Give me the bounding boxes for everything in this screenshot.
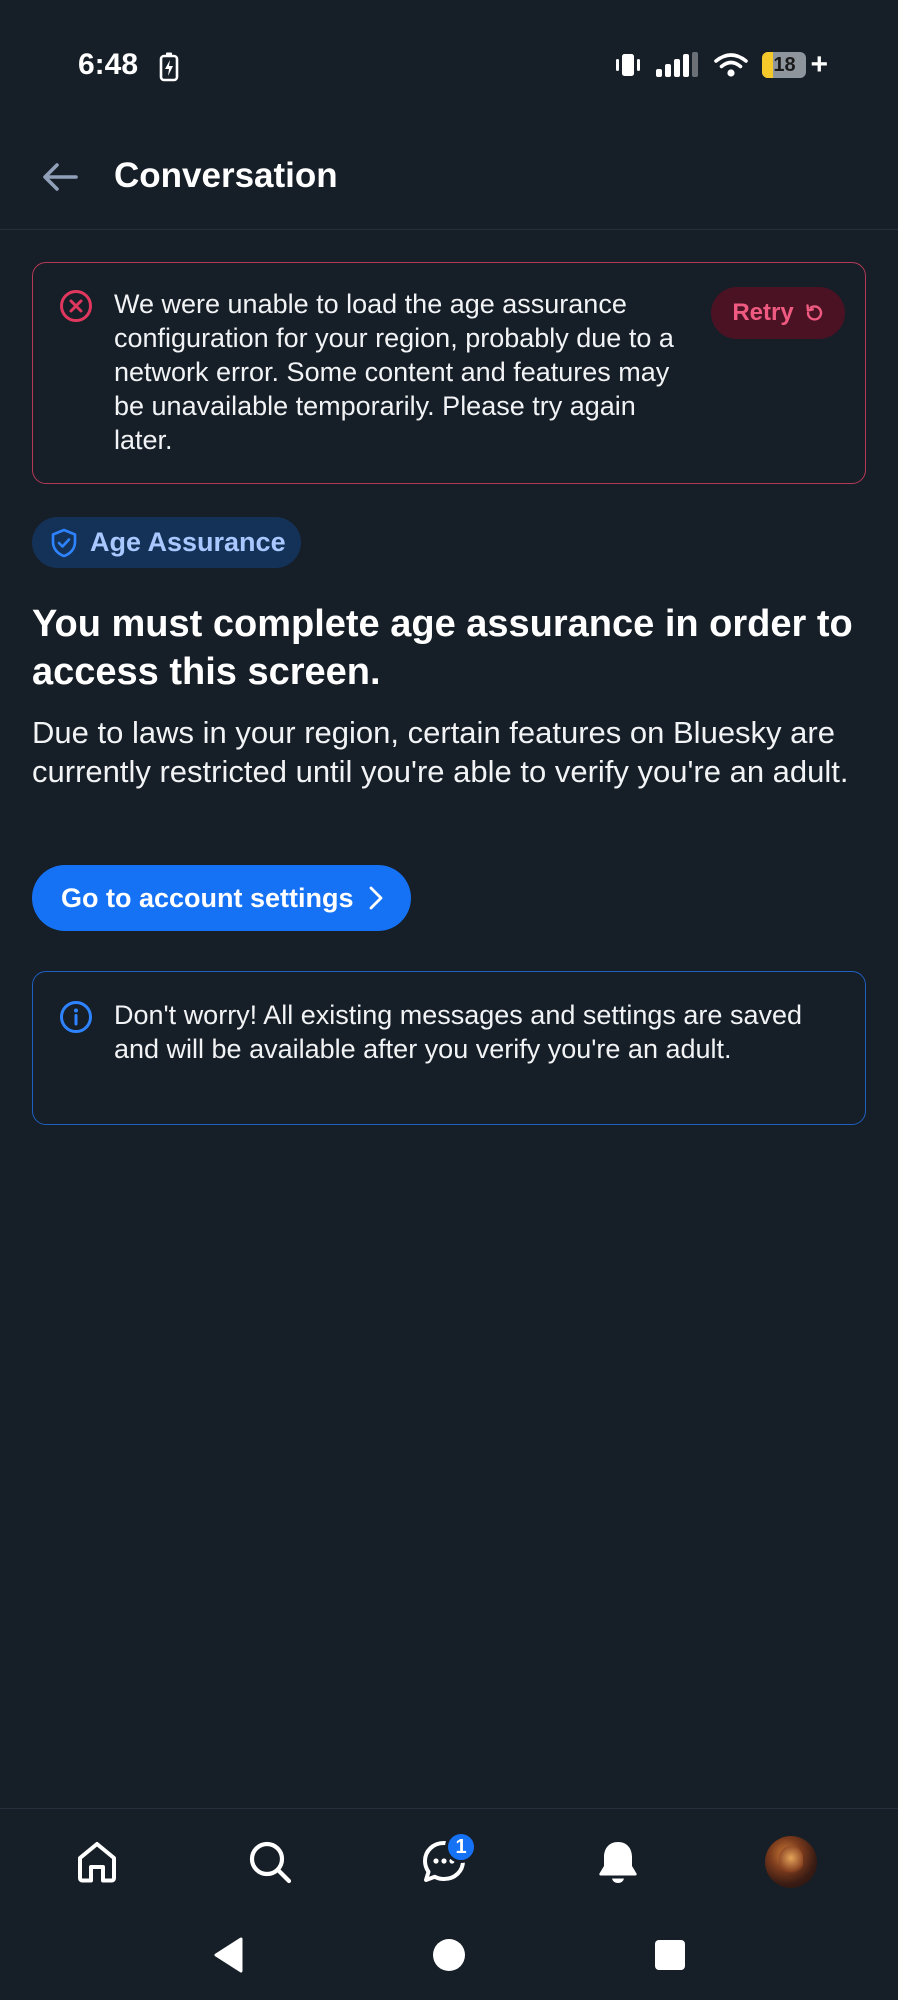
home-icon: [78, 1841, 116, 1882]
error-banner: We were unable to load the age assurance…: [32, 262, 866, 484]
age-assurance-badge: Age Assurance: [32, 517, 301, 568]
main-description: Due to laws in your region, certain feat…: [32, 715, 849, 789]
info-circle-icon: [60, 1001, 92, 1033]
tab-home[interactable]: [52, 1809, 142, 1914]
signal-icon: [656, 52, 699, 77]
square-recents-icon: [655, 1940, 685, 1970]
error-circle-x-icon: [60, 290, 92, 322]
avatar: [765, 1835, 817, 1888]
chevron-right-icon: [369, 886, 382, 910]
status-bar: 6:48 18 +: [0, 0, 898, 120]
settings-button-label: Go to account settings: [61, 882, 354, 913]
shield-check-icon: [51, 528, 77, 557]
info-message: Don't worry! All existing messages and s…: [114, 1000, 802, 1064]
tab-chat[interactable]: 1: [399, 1809, 489, 1914]
battery-level: 18: [773, 53, 796, 76]
charging-icon: [159, 52, 179, 82]
error-message: We were unable to load the age assurance…: [114, 289, 674, 455]
refresh-icon: [805, 304, 822, 321]
bell-icon: [599, 1841, 637, 1883]
screen: 6:48 18 + Conversation We were unable to…: [0, 0, 898, 2000]
battery-indicator: 18: [762, 52, 807, 78]
system-home-button[interactable]: [419, 1925, 479, 1985]
back-button[interactable]: [30, 152, 90, 202]
retry-button[interactable]: Retry: [711, 287, 845, 339]
go-to-account-settings-button[interactable]: Go to account settings: [32, 865, 411, 931]
tab-search[interactable]: [225, 1809, 315, 1914]
chat-unread-badge: 1: [445, 1831, 477, 1863]
main-heading: You must complete age assurance in order…: [32, 603, 853, 693]
status-time: 6:48: [78, 48, 139, 81]
info-banner: Don't worry! All existing messages and s…: [32, 971, 866, 1125]
system-nav-bar: [0, 1913, 898, 2000]
triangle-back-icon: [214, 1937, 243, 1973]
tab-profile[interactable]: [746, 1809, 836, 1914]
bottom-tab-bar: 1: [0, 1808, 898, 1913]
tab-notifications[interactable]: [573, 1809, 663, 1914]
circle-home-icon: [433, 1939, 465, 1971]
battery-plus: +: [810, 48, 828, 81]
page-title: Conversation: [114, 156, 338, 195]
retry-label: Retry: [732, 299, 794, 326]
status-indicators: 18 +: [614, 48, 828, 82]
vibrate-icon: [616, 54, 641, 76]
system-recents-button[interactable]: [640, 1925, 700, 1985]
system-back-button[interactable]: [198, 1925, 258, 1985]
age-assurance-label: Age Assurance: [90, 527, 286, 557]
arrow-left-icon: [43, 163, 78, 191]
search-icon: [249, 1841, 292, 1883]
battery-fill: [762, 52, 774, 78]
header: Conversation: [0, 120, 898, 230]
wifi-icon: [714, 53, 749, 77]
